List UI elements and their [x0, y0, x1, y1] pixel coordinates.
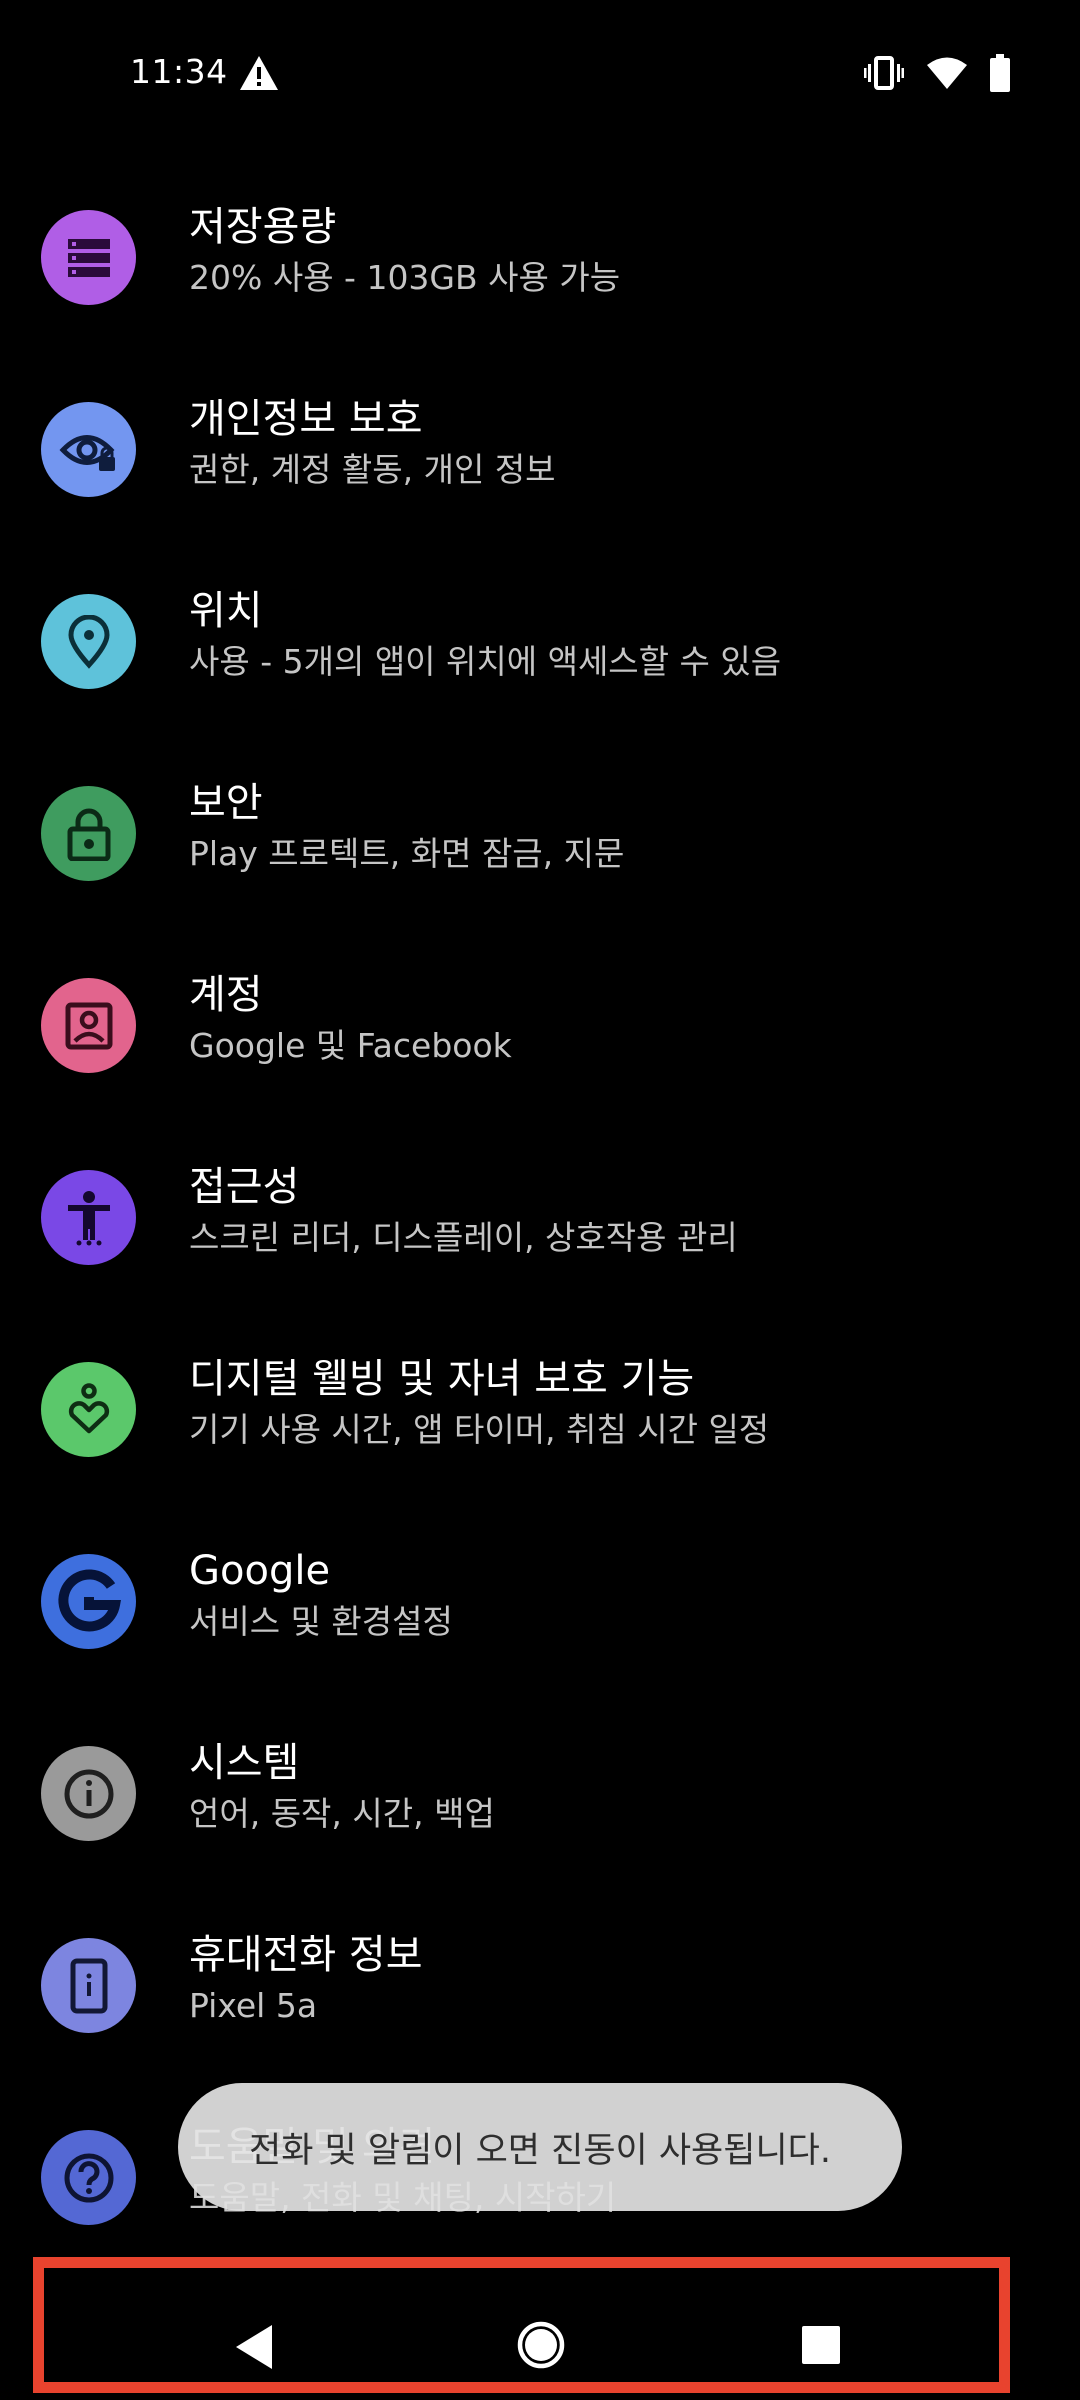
setting-text: 보안 Play 프로텍트, 화면 잠금, 지문: [189, 778, 1040, 876]
setting-text: 위치 사용 - 5개의 앱이 위치에 액세스할 수 있음: [189, 586, 1040, 684]
setting-title: 저장용량: [189, 204, 337, 250]
info-icon: [41, 1746, 136, 1841]
setting-title: 시스템: [189, 1740, 300, 1786]
setting-item-location[interactable]: 위치 사용 - 5개의 앱이 위치에 액세스할 수 있음: [0, 546, 1080, 738]
setting-text: 디지털 웰빙 및 자녀 보호 기능 기기 사용 시간, 앱 타이머, 취침 시간…: [189, 1354, 1040, 1452]
accessibility-icon: [41, 1170, 136, 1265]
google-icon: [41, 1554, 136, 1649]
setting-title: 계정: [189, 972, 263, 1018]
setting-item-accounts[interactable]: 계정 Google 및 Facebook: [0, 930, 1080, 1122]
setting-subtitle: 언어, 동작, 시간, 백업: [189, 1794, 495, 1833]
storage-icon: [41, 210, 136, 305]
setting-title: 개인정보 보호: [189, 396, 423, 442]
lock-icon: [41, 786, 136, 881]
setting-subtitle: 서비스 및 환경설정: [189, 1602, 453, 1641]
status-icons: [864, 52, 1010, 94]
setting-subtitle: Google 및 Facebook: [189, 1026, 512, 1065]
help-icon: [41, 2130, 136, 2225]
setting-title: 보안: [189, 780, 263, 826]
setting-title: Google: [189, 1548, 331, 1594]
vibrate-icon: [864, 56, 904, 90]
warning-icon: [240, 56, 278, 90]
setting-text: 저장용량 20% 사용 - 103GB 사용 가능: [189, 202, 1040, 300]
setting-title: 휴대전화 정보: [189, 1932, 423, 1978]
status-time: 11:34: [130, 52, 228, 91]
setting-item-storage[interactable]: 저장용량 20% 사용 - 103GB 사용 가능: [0, 162, 1080, 354]
toast: 전화 및 알림이 오면 진동이 사용됩니다.: [178, 2083, 902, 2211]
setting-item-security[interactable]: 보안 Play 프로텍트, 화면 잠금, 지문: [0, 738, 1080, 930]
setting-subtitle: 스크린 리더, 디스플레이, 상호작용 관리: [189, 1218, 738, 1257]
battery-icon: [990, 54, 1010, 92]
nav-highlight-box: [33, 2257, 1010, 2393]
status-bar: 11:34: [0, 0, 1080, 150]
wellbeing-icon: [41, 1362, 136, 1457]
settings-list: 저장용량 20% 사용 - 103GB 사용 가능 개인정보 보호 권한, 계정…: [0, 162, 1080, 2274]
setting-text: 개인정보 보호 권한, 계정 활동, 개인 정보: [189, 394, 1040, 492]
setting-subtitle: 권한, 계정 활동, 개인 정보: [189, 450, 556, 489]
setting-item-about-phone[interactable]: 휴대전화 정보 Pixel 5a: [0, 1890, 1080, 2082]
setting-subtitle: Pixel 5a: [189, 1986, 318, 2025]
setting-text: 시스템 언어, 동작, 시간, 백업: [189, 1738, 1040, 1836]
phone-icon: [41, 1938, 136, 2033]
setting-item-digital-wellbeing[interactable]: 디지털 웰빙 및 자녀 보호 기능 기기 사용 시간, 앱 타이머, 취침 시간…: [0, 1314, 1080, 1506]
setting-text: 접근성 스크린 리더, 디스플레이, 상호작용 관리: [189, 1162, 1040, 1260]
setting-text: 휴대전화 정보 Pixel 5a: [189, 1930, 1040, 2028]
setting-subtitle: 20% 사용 - 103GB 사용 가능: [189, 258, 621, 297]
setting-subtitle: 사용 - 5개의 앱이 위치에 액세스할 수 있음: [189, 642, 782, 681]
setting-title: 디지털 웰빙 및 자녀 보호 기능: [189, 1356, 695, 1402]
setting-title: 접근성: [189, 1164, 300, 1210]
setting-title: 위치: [189, 588, 263, 634]
account-icon: [41, 978, 136, 1073]
setting-subtitle: Play 프로텍트, 화면 잠금, 지문: [189, 834, 625, 873]
setting-item-google[interactable]: Google 서비스 및 환경설정: [0, 1506, 1080, 1698]
setting-item-system[interactable]: 시스템 언어, 동작, 시간, 백업: [0, 1698, 1080, 1890]
wifi-icon: [927, 57, 967, 89]
setting-text: Google 서비스 및 환경설정: [189, 1546, 1040, 1644]
privacy-icon: [41, 402, 136, 497]
setting-text: 계정 Google 및 Facebook: [189, 970, 1040, 1068]
setting-item-privacy[interactable]: 개인정보 보호 권한, 계정 활동, 개인 정보: [0, 354, 1080, 546]
toast-message: 전화 및 알림이 오면 진동이 사용됩니다.: [249, 2130, 831, 2171]
setting-subtitle: 기기 사용 시간, 앱 타이머, 취침 시간 일정: [189, 1410, 770, 1449]
location-icon: [41, 594, 136, 689]
setting-item-accessibility[interactable]: 접근성 스크린 리더, 디스플레이, 상호작용 관리: [0, 1122, 1080, 1314]
